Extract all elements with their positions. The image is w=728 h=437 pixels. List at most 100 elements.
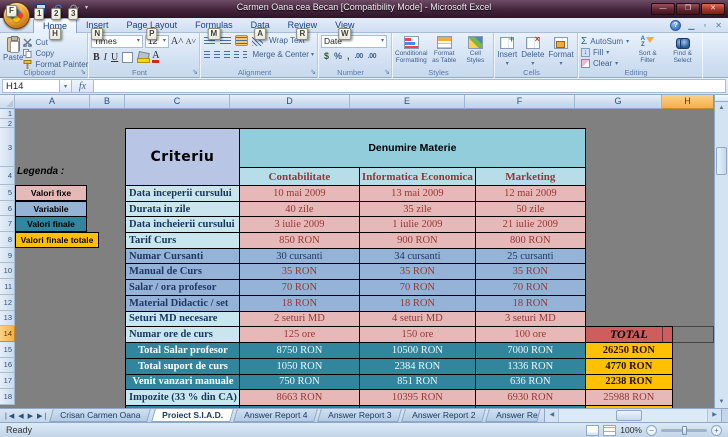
bold-button[interactable]: B <box>93 52 100 63</box>
qat-customize-caret-icon[interactable]: ▾ <box>85 2 88 16</box>
workbook-close-button[interactable]: ✕ <box>713 20 724 31</box>
value-cell[interactable]: 2384 RON <box>359 358 475 374</box>
tab-insert[interactable]: InsertN <box>77 18 118 33</box>
fill-color-button[interactable] <box>137 52 148 63</box>
value-cell[interactable]: 35 RON <box>475 264 585 280</box>
sheet-tab-crisan-carmen-oana[interactable]: Crisan Carmen Oana <box>49 409 151 422</box>
empty-cell[interactable] <box>585 201 672 217</box>
value-cell[interactable]: 100 ore <box>475 327 585 343</box>
sheet-tab-answer-report-2[interactable]: Answer Report 2 <box>401 409 486 422</box>
row-header-14[interactable]: 14 <box>0 326 15 342</box>
minimize-button[interactable]: — <box>651 3 675 15</box>
empty-cell[interactable] <box>585 217 672 233</box>
underline-button[interactable]: U <box>111 52 118 63</box>
row-label-cell[interactable]: Salar / ora profesor <box>126 280 240 296</box>
align-left-button[interactable] <box>203 49 210 60</box>
value-cell[interactable]: 70 RON <box>239 280 359 296</box>
value-cell[interactable]: 8663 RON <box>239 390 359 406</box>
zoom-slider-thumb[interactable] <box>682 426 687 435</box>
align-right-button[interactable] <box>223 49 230 60</box>
grow-font-button[interactable]: A˄ <box>171 36 184 47</box>
sheet-tab-answer-report-3[interactable]: Answer Report 3 <box>317 409 402 422</box>
row-header-8[interactable]: 8 <box>0 232 15 248</box>
bottom-align-button[interactable] <box>235 35 248 46</box>
value-cell[interactable]: 34 cursanti <box>359 248 475 264</box>
page-layout-view-button[interactable] <box>586 425 599 436</box>
row-header-13[interactable]: 13 <box>0 311 15 327</box>
tab-review[interactable]: ReviewR <box>279 18 327 33</box>
value-cell[interactable]: 12 mai 2009 <box>475 186 585 202</box>
scroll-right-arrow-icon[interactable]: ▶ <box>708 409 721 422</box>
sort-filter-button[interactable]: Sort & Filter <box>633 35 662 67</box>
office-button[interactable]: F <box>3 2 30 29</box>
conditional-formatting-button[interactable]: Conditional Formatting <box>395 35 428 67</box>
split-handle[interactable] <box>715 95 728 102</box>
zoom-out-button[interactable]: − <box>646 425 657 436</box>
criteria-header-cell[interactable]: Criteriu <box>126 129 240 186</box>
sheet-tab-answer-report-4[interactable]: Answer Report 4 <box>233 409 318 422</box>
percent-format-button[interactable]: % <box>334 51 342 61</box>
value-cell[interactable]: 1 iulie 2009 <box>359 217 475 233</box>
value-cell[interactable]: 900 RON <box>359 233 475 249</box>
row-header-4[interactable]: 4 <box>0 167 15 185</box>
row-header-5[interactable]: 5 <box>0 185 15 201</box>
row-header-17[interactable]: 17 <box>0 373 15 389</box>
scroll-left-arrow-icon[interactable]: ◀ <box>545 409 558 422</box>
row-label-cell[interactable]: Durata in zile <box>126 201 240 217</box>
row-label-cell[interactable]: Total Salar profesor <box>126 343 240 359</box>
redo-button[interactable]: ↷ 3 <box>68 2 81 15</box>
course-header-cell[interactable]: Informatica Economica <box>359 168 475 186</box>
tab-view[interactable]: ViewW <box>326 18 363 33</box>
value-cell[interactable]: 35 RON <box>359 264 475 280</box>
value-cell[interactable]: 18 RON <box>239 295 359 311</box>
font-dialog-launcher-icon[interactable]: ⇘ <box>192 69 198 77</box>
comma-format-button[interactable]: , <box>347 51 350 61</box>
italic-button[interactable]: I <box>104 52 107 63</box>
horizontal-scroll-thumb[interactable] <box>616 410 642 421</box>
value-cell[interactable]: 70 RON <box>359 280 475 296</box>
find-select-button[interactable]: Find & Select <box>666 35 699 67</box>
middle-align-button[interactable] <box>219 35 232 46</box>
tab-home[interactable]: HomeH <box>33 18 77 33</box>
value-cell[interactable]: 3 iulie 2009 <box>239 217 359 233</box>
value-cell[interactable]: 150 ore <box>359 327 475 343</box>
value-cell[interactable]: 25 cursanti <box>475 248 585 264</box>
tab-page-layout[interactable]: Page LayoutP <box>118 18 187 33</box>
total-value-cell[interactable]: 26250 RON <box>585 343 672 359</box>
prev-sheet-button[interactable]: ◀ <box>18 412 23 420</box>
value-cell[interactable]: 10500 RON <box>359 343 475 359</box>
align-center-button[interactable] <box>213 49 220 60</box>
value-cell[interactable]: 8750 RON <box>239 343 359 359</box>
workbook-minimize-button[interactable]: ▁ <box>686 20 696 31</box>
clipboard-dialog-launcher-icon[interactable]: ⇘ <box>80 69 86 77</box>
value-cell[interactable]: 6930 RON <box>475 390 585 406</box>
value-cell[interactable]: 800 RON <box>475 233 585 249</box>
row-label-cell[interactable]: Data incheierii cursului <box>126 217 240 233</box>
row-header-7[interactable]: 7 <box>0 216 15 232</box>
row-header-10[interactable]: 10 <box>0 263 15 279</box>
currency-format-button[interactable]: $ <box>324 51 329 61</box>
copy-button[interactable]: Copy <box>23 49 88 58</box>
cell-styles-button[interactable]: Cell Styles <box>461 35 490 67</box>
value-cell[interactable]: 10 mai 2009 <box>239 186 359 202</box>
undo-button[interactable]: ↶ 2 <box>51 2 64 15</box>
value-cell[interactable]: 1336 RON <box>475 358 585 374</box>
delete-cells-button[interactable]: Delete ▾ <box>521 35 544 67</box>
row-label-cell[interactable]: Numar ore de curs <box>126 327 240 343</box>
first-sheet-button[interactable]: ❘◀ <box>3 412 14 420</box>
decrease-decimal-button[interactable]: .00 <box>368 53 376 60</box>
value-cell[interactable]: 35 zile <box>359 201 475 217</box>
column-header-H[interactable]: H <box>662 95 714 109</box>
close-button[interactable]: ✕ <box>701 3 725 15</box>
value-cell[interactable]: 21 iulie 2009 <box>475 217 585 233</box>
row-header-2[interactable]: 2 <box>0 119 15 128</box>
scroll-down-arrow-icon[interactable]: ▼ <box>715 396 728 408</box>
horizontal-scrollbar[interactable]: ◀ ▶ <box>544 409 721 422</box>
empty-cell[interactable] <box>585 233 672 249</box>
empty-cell[interactable] <box>585 129 672 168</box>
paste-button[interactable]: Paste <box>3 35 23 67</box>
sheet-tab-proiect-s-i-a-d-[interactable]: Proiect S.I.A.D. <box>151 409 234 422</box>
row-header-9[interactable]: 9 <box>0 248 15 264</box>
alignment-dialog-launcher-icon[interactable]: ⇘ <box>310 69 316 77</box>
column-header-D[interactable]: D <box>230 95 350 109</box>
